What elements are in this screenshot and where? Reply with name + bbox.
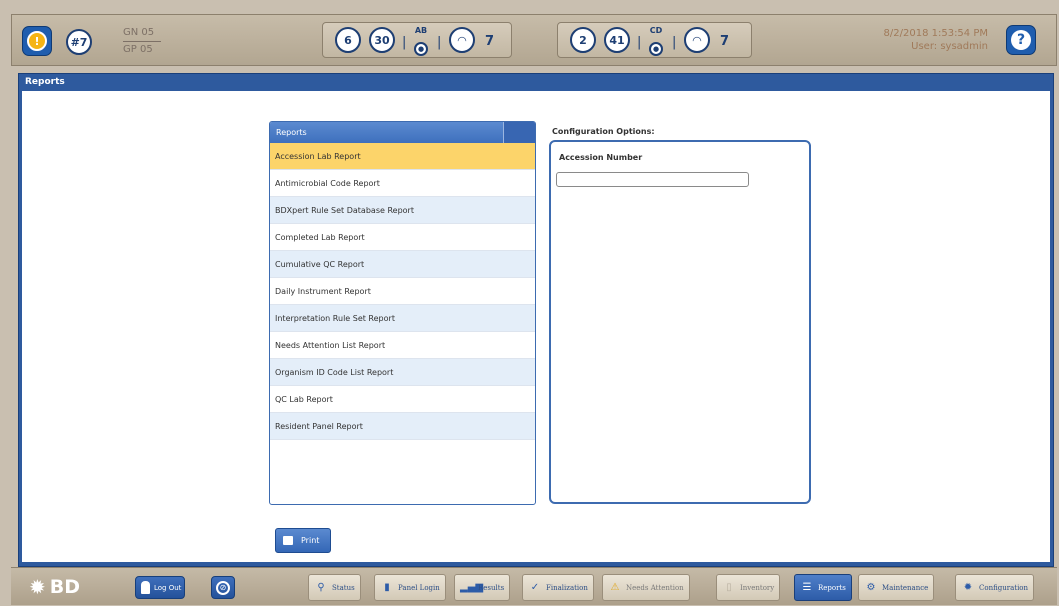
- nav-inventory[interactable]: ▯ Inventory: [716, 574, 781, 601]
- gauge-icon: ◠: [684, 27, 710, 53]
- report-item-qc-lab[interactable]: QC Lab Report: [270, 386, 535, 413]
- gauge-icon: ◠: [449, 27, 475, 53]
- configuration-options-panel: Accession Number: [549, 140, 811, 504]
- report-item-organism-id[interactable]: Organism ID Code List Report: [270, 359, 535, 386]
- list-header-button[interactable]: [503, 122, 535, 143]
- reports-list-header: Reports: [270, 122, 535, 143]
- current-user: User: sysadmin: [911, 41, 988, 52]
- instrument-group-cd[interactable]: 2 41 | CD ● | ◠ 7: [557, 22, 752, 58]
- alert-button[interactable]: !: [22, 26, 52, 56]
- panel-icon: ▮: [384, 581, 390, 593]
- panel-count: 41: [604, 27, 630, 53]
- gn-gp-counts: GN 05 GP 05: [123, 25, 161, 58]
- top-status-bar: ! #7 GN 05 GP 05 6 30 | AB ● | ◠ 7 2 41 …: [11, 14, 1057, 66]
- report-item-interpretation-rule-set[interactable]: Interpretation Rule Set Report: [270, 305, 535, 332]
- gear-icon: ✹: [963, 581, 973, 593]
- accession-number-label: Accession Number: [559, 153, 643, 162]
- needs-attention-icon: ⚠: [610, 581, 620, 593]
- no-scan-icon: ⊘: [216, 580, 230, 595]
- help-button[interactable]: ?: [1006, 25, 1036, 55]
- timer-count: 6: [335, 27, 361, 53]
- bd-logo: ✹ BD: [29, 575, 81, 599]
- report-item-resident-panel[interactable]: Resident Panel Report: [270, 413, 535, 440]
- reports-icon: ☰: [802, 581, 812, 593]
- nav-panel-login[interactable]: ▮ Panel Login: [374, 574, 446, 601]
- key-icon: ⚲: [317, 581, 325, 593]
- window-body: Reports Accession Lab Report Antimicrobi…: [22, 91, 1050, 562]
- report-item-daily-instrument[interactable]: Daily Instrument Report: [270, 278, 535, 305]
- bd-star-icon: ✹: [29, 575, 46, 599]
- logout-button[interactable]: Log Out: [135, 576, 185, 599]
- nav-needs-attention[interactable]: ⚠ Needs Attention: [602, 574, 690, 601]
- report-item-cumulative-qc[interactable]: Cumulative QC Report: [270, 251, 535, 278]
- gauge-value: 7: [720, 34, 730, 49]
- reports-window: Reports Reports Accession Lab Report Ant…: [18, 73, 1054, 567]
- nav-maintenance[interactable]: ⚙ Maintenance: [858, 574, 935, 601]
- reports-list: Reports Accession Lab Report Antimicrobi…: [269, 121, 536, 505]
- instrument-group-ab[interactable]: 6 30 | AB ● | ◠ 7: [322, 22, 512, 58]
- key-icon: [141, 581, 150, 594]
- datetime-user: 8/2/2018 1:53:54 PM User: sysadmin: [874, 27, 988, 53]
- lock-icon: AB ●: [411, 26, 431, 56]
- queue-count-badge[interactable]: #7: [66, 29, 92, 55]
- report-item-bdxpert-rule-set[interactable]: BDXpert Rule Set Database Report: [270, 197, 535, 224]
- no-scan-button[interactable]: ⊘: [211, 576, 235, 599]
- report-item-completed-lab[interactable]: Completed Lab Report: [270, 224, 535, 251]
- bar-chart-icon: ▂▄▆: [460, 581, 484, 593]
- finalization-icon: ✓: [530, 581, 540, 593]
- inventory-icon: ▯: [726, 581, 732, 593]
- nav-configuration[interactable]: ✹ Configuration: [955, 574, 1035, 601]
- datetime: 8/2/2018 1:53:54 PM: [883, 28, 988, 39]
- panel-count: 30: [369, 27, 395, 53]
- gp-count: GP 05: [123, 44, 153, 55]
- print-button[interactable]: Print: [275, 528, 331, 553]
- timer-count: 2: [570, 27, 596, 53]
- printer-icon: [283, 536, 293, 545]
- help-icon: ?: [1011, 30, 1031, 50]
- nav-status[interactable]: ⚲ Status: [308, 574, 361, 601]
- warning-icon: !: [27, 31, 47, 51]
- maintenance-icon: ⚙: [866, 581, 876, 593]
- report-item-antimicrobial-code[interactable]: Antimicrobial Code Report: [270, 170, 535, 197]
- report-item-accession-lab[interactable]: Accession Lab Report: [270, 143, 535, 170]
- configuration-options-label: Configuration Options:: [552, 127, 655, 136]
- window-title: Reports: [25, 77, 65, 87]
- lock-icon: CD ●: [646, 26, 666, 56]
- accession-number-input[interactable]: [556, 172, 749, 187]
- report-item-needs-attention[interactable]: Needs Attention List Report: [270, 332, 535, 359]
- gauge-value: 7: [485, 34, 495, 49]
- nav-results[interactable]: ▂▄▆ Results: [454, 574, 511, 601]
- gn-count: GN 05: [123, 27, 155, 38]
- nav-reports[interactable]: ☰ Reports: [794, 574, 852, 601]
- nav-finalization[interactable]: ✓ Finalization: [522, 574, 594, 601]
- bottom-nav-bar: ✹ BD Log Out ⊘ ⚲ Status ▮ Panel Login ▂▄…: [11, 567, 1057, 605]
